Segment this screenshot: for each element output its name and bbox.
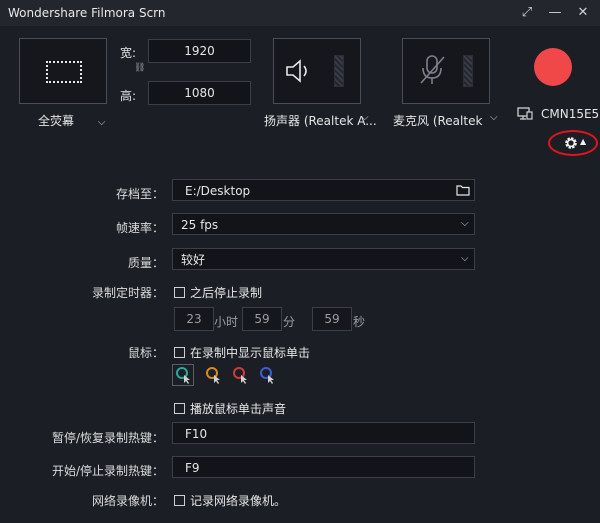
timer-hours-input[interactable]: 23 xyxy=(174,307,214,331)
start-hotkey-label: 开始/停止录制热键： xyxy=(51,464,164,478)
close-icon[interactable]: ✕ xyxy=(574,4,592,22)
capture-mode-label: 全荧幕 xyxy=(38,114,75,128)
cursor-blue-icon[interactable] xyxy=(257,365,277,385)
timer-minutes-unit: 分 xyxy=(283,315,296,329)
quality-label: 质量： xyxy=(127,256,164,270)
checkbox[interactable] xyxy=(174,403,185,414)
frame-rate-select[interactable]: 25 fps xyxy=(172,213,475,235)
timer-seconds-input[interactable]: 59 xyxy=(312,307,352,331)
speaker-dropdown[interactable]: 扬声器 (Realtek A... xyxy=(264,112,376,129)
microphone-level-meter xyxy=(463,55,473,87)
width-label: 宽: xyxy=(120,46,137,60)
height-input[interactable]: 1080 xyxy=(148,81,251,105)
caret-up-icon[interactable]: ▲ xyxy=(580,137,586,146)
height-label: 高: xyxy=(120,89,137,103)
timer-label: 录制定时器： xyxy=(91,286,164,300)
mouse-show-clicks-label: 在录制中显示鼠标单击 xyxy=(190,346,311,360)
save-to-label: 存档至： xyxy=(115,187,164,201)
timer-minutes-input[interactable]: 59 xyxy=(242,307,282,331)
cursor-red-icon[interactable] xyxy=(230,365,250,385)
mouse-show-clicks-checkbox[interactable]: 在录制中显示鼠标单击 xyxy=(174,344,310,361)
frame-rate-value: 25 fps xyxy=(181,218,219,232)
title-bar: Wondershare Filmora Scrn ⤢ — ✕ xyxy=(0,0,600,26)
start-hotkey-input[interactable]: F9 xyxy=(172,456,475,478)
frame-rate-label: 帧速率： xyxy=(115,221,164,235)
monitor-icon xyxy=(517,107,533,120)
speaker-button[interactable] xyxy=(273,38,361,104)
minimize-icon[interactable]: — xyxy=(546,4,564,22)
microphone-dropdown[interactable]: 麦克风 (Realtek A... xyxy=(393,112,485,129)
chevron-down-icon[interactable]: ⌵ xyxy=(461,218,469,229)
chevron-down-icon[interactable]: ⌵ xyxy=(461,253,469,264)
webcam-checkbox-label: 记录网络录像机。 xyxy=(190,494,287,508)
webcam-checkbox[interactable]: 记录网络录像机。 xyxy=(174,492,286,509)
quality-value: 较好 xyxy=(181,253,206,267)
microphone-button[interactable] xyxy=(402,38,490,104)
mouse-click-sound-checkbox[interactable]: 播放鼠标单击声音 xyxy=(174,400,286,417)
cursor-orange-icon[interactable] xyxy=(203,365,223,385)
pause-hotkey-label: 暂停/恢复录制热键： xyxy=(51,431,164,445)
timer-checkbox[interactable]: 之后停止录制 xyxy=(174,284,262,301)
timer-hours-unit: 小时 xyxy=(214,315,239,329)
fullscreen-icon xyxy=(46,61,82,83)
camera-label: CMN15E5 xyxy=(541,107,600,121)
speaker-icon xyxy=(286,59,307,83)
checkbox[interactable] xyxy=(174,287,185,298)
microphone-muted-icon xyxy=(420,55,445,84)
timer-seconds-unit: 秒 xyxy=(353,315,366,329)
cursor-teal-icon xyxy=(176,367,190,384)
save-to-field[interactable]: E:/Desktop xyxy=(172,179,475,201)
gear-icon[interactable] xyxy=(563,135,579,151)
speaker-device-label: 扬声器 (Realtek A... xyxy=(264,114,376,128)
chevron-down-icon[interactable]: ⌵ xyxy=(361,112,369,123)
width-input[interactable]: 1920 xyxy=(148,39,251,63)
record-button[interactable] xyxy=(534,48,572,86)
capture-mode-dropdown[interactable]: 全荧幕 ⌵ xyxy=(38,112,105,129)
webcam-label: 网络录像机： xyxy=(91,494,164,508)
timer-checkbox-label: 之后停止录制 xyxy=(190,286,263,300)
chevron-down-icon: ⌵ xyxy=(97,117,106,128)
folder-icon[interactable] xyxy=(456,184,470,196)
quality-select[interactable]: 较好 xyxy=(172,248,475,270)
mouse-click-sound-label: 播放鼠标单击声音 xyxy=(190,402,287,416)
restore-icon[interactable]: ⤢ xyxy=(518,4,536,22)
window-title: Wondershare Filmora Scrn xyxy=(8,6,166,20)
checkbox[interactable] xyxy=(174,495,185,506)
chevron-down-icon[interactable]: ⌵ xyxy=(490,112,498,123)
checkbox[interactable] xyxy=(174,347,185,358)
cursor-color-teal-option[interactable] xyxy=(172,364,194,386)
speaker-level-meter xyxy=(334,55,344,87)
capture-area-button[interactable] xyxy=(19,38,107,104)
aspect-link-icon[interactable]: ⛓ xyxy=(134,63,145,73)
microphone-device-label: 麦克风 (Realtek A... xyxy=(393,114,485,128)
mouse-label: 鼠标： xyxy=(127,346,164,360)
pause-hotkey-input[interactable]: F10 xyxy=(172,422,475,444)
